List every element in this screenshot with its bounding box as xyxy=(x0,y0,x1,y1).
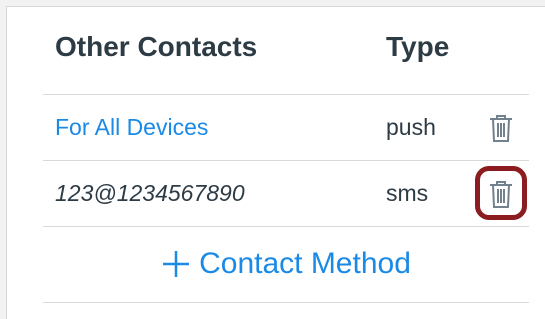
column-header-type: Type xyxy=(386,30,450,62)
trash-icon xyxy=(490,114,512,142)
contact-address-sms: 123@1234567890 xyxy=(55,180,245,206)
other-contacts-table: Other Contacts Type For All Devices push xyxy=(43,7,529,303)
plus-icon xyxy=(161,249,191,279)
contact-link-for-all-devices[interactable]: For All Devices xyxy=(55,114,208,141)
contact-type-push: push xyxy=(386,114,436,140)
add-contact-method-button[interactable]: Contact Method xyxy=(161,247,411,281)
table-row: For All Devices push xyxy=(43,95,529,161)
table-row: 123@1234567890 sms xyxy=(43,161,529,227)
delete-contact-button[interactable] xyxy=(475,165,527,220)
highlight-box xyxy=(475,165,527,220)
add-contact-method-label: Contact Method xyxy=(199,246,411,280)
contact-type-sms: sms xyxy=(386,180,429,206)
delete-contact-button[interactable] xyxy=(486,111,516,145)
other-contacts-panel: Other Contacts Type For All Devices push xyxy=(6,6,545,319)
add-contact-row: Contact Method xyxy=(43,227,529,303)
column-header-other-contacts: Other Contacts xyxy=(55,30,258,62)
table-header-row: Other Contacts Type xyxy=(43,7,529,95)
